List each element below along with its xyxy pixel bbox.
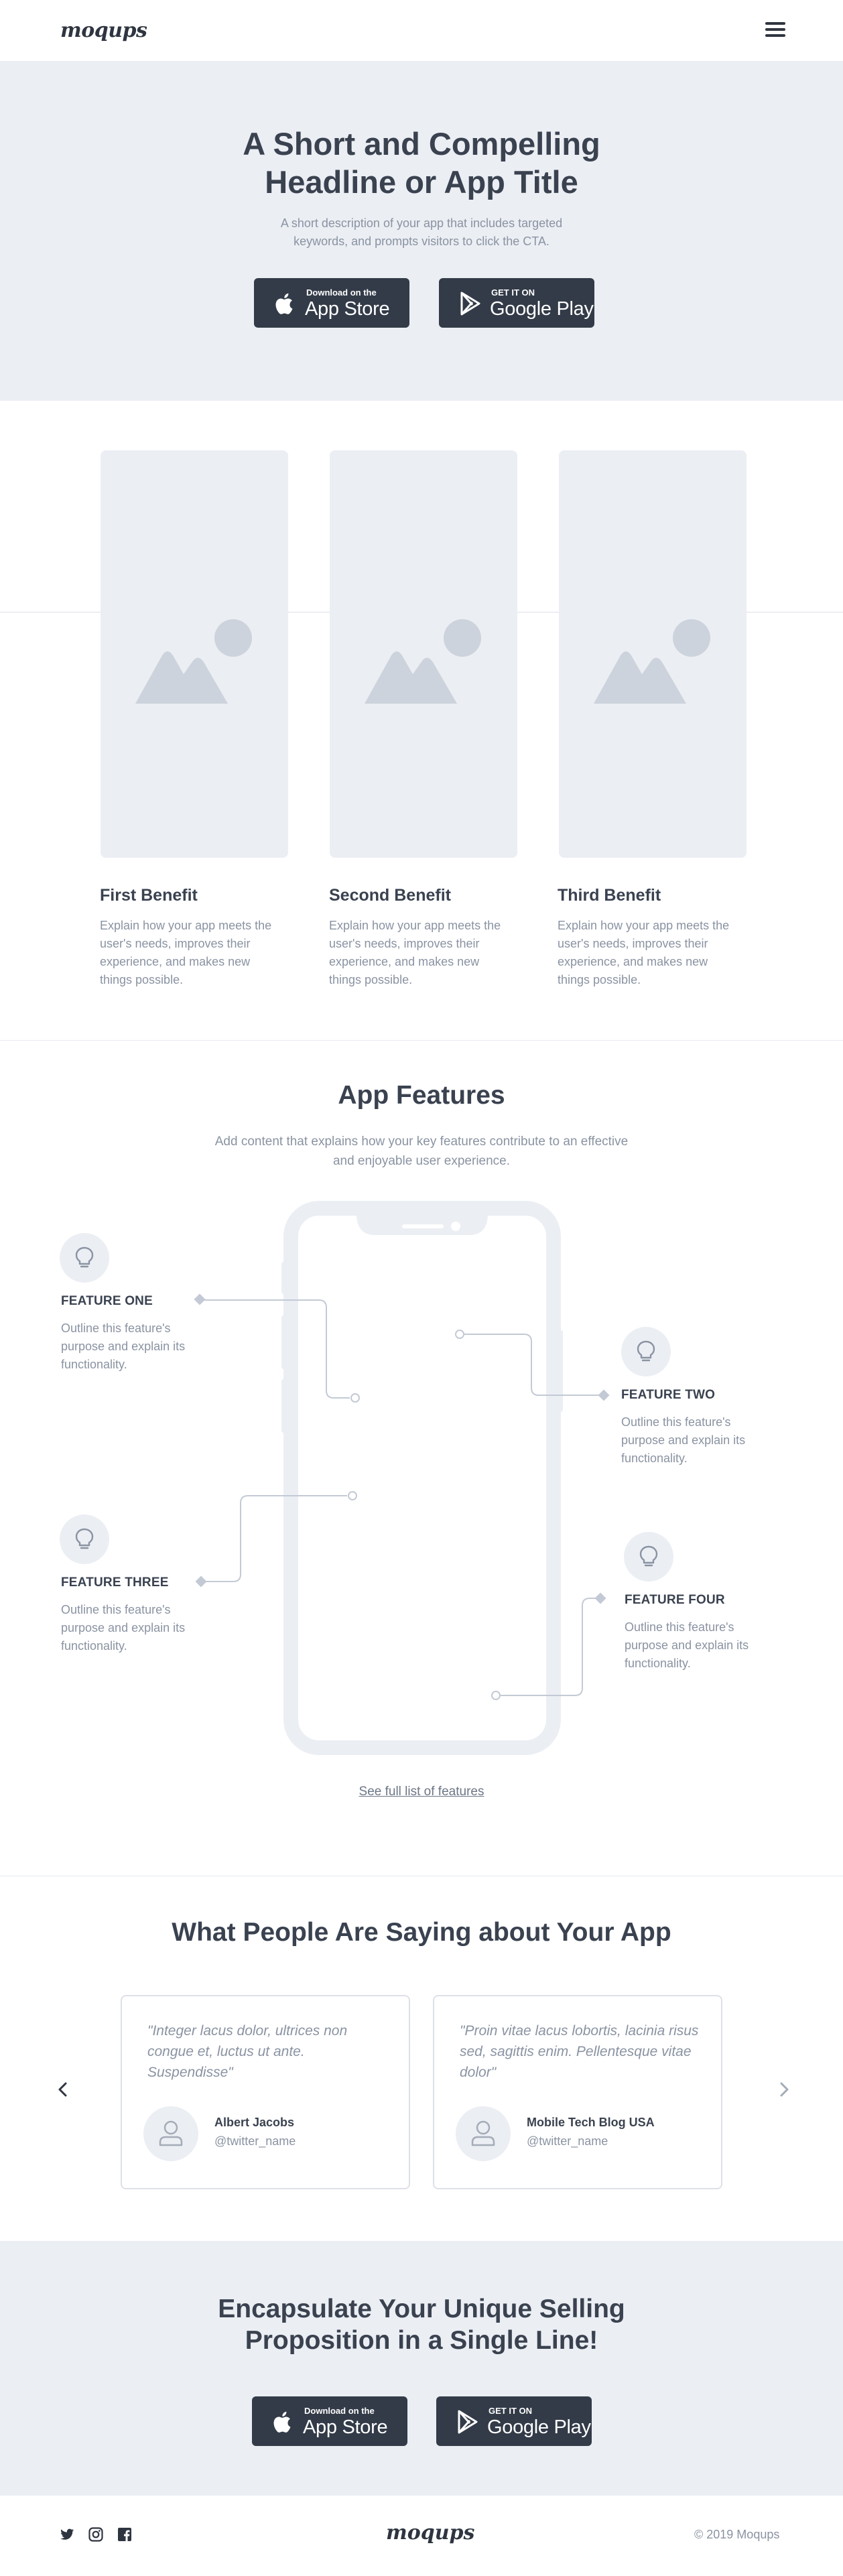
- feature-two-icon-wrap: [621, 1327, 671, 1376]
- feature-one-icon-wrap: [60, 1233, 109, 1283]
- testimonials-title: What People Are Saying about Your App: [172, 1918, 671, 1947]
- testimonial-card-1: "Integer lacus dolor, ultrices non congu…: [121, 1995, 410, 2189]
- lightbulb-icon: [639, 1545, 658, 1567]
- benefit-image-2: [330, 450, 517, 858]
- benefit-image-3: [559, 450, 747, 858]
- features-section: App Features Add content that explains h…: [0, 1041, 843, 1876]
- feature-two-desc: Outline this feature's purpose and expla…: [621, 1415, 746, 1465]
- apple-icon: [275, 293, 293, 314]
- instagram-icon[interactable]: [88, 2526, 104, 2542]
- benefit-desc-3: Explain how your app meets the user's ne…: [558, 919, 730, 986]
- app-store-small-label: Download on the: [306, 287, 377, 298]
- app-store-small-label: Download on the: [304, 2406, 375, 2416]
- image-placeholder-icon: [135, 619, 252, 704]
- benefits-section: First Benefit Explain how your app meets…: [0, 401, 843, 1041]
- testimonial-quote: "Proin vitae lacus lobortis, lacinia ris…: [460, 2023, 699, 2080]
- google-play-icon: [460, 292, 480, 316]
- benefit-title-1: First Benefit: [100, 886, 198, 905]
- hero-section: A Short and Compelling Headline or App T…: [0, 62, 843, 401]
- chevron-right-icon[interactable]: [772, 2077, 796, 2102]
- user-icon: [159, 2120, 183, 2146]
- copyright: © 2019 Moqups: [694, 2528, 780, 2541]
- feature-three-icon-wrap: [60, 1515, 109, 1564]
- feature-four-icon-wrap: [624, 1532, 673, 1582]
- cta-title: Encapsulate Your Unique Selling Proposit…: [218, 2295, 625, 2355]
- hero-description: A short description of your app that inc…: [280, 216, 563, 248]
- footer-logo[interactable]: moqups: [386, 2521, 474, 2545]
- google-play-icon: [458, 2410, 478, 2434]
- app-store-big-label: App Store: [305, 298, 390, 320]
- feature-four-title: FEATURE FOUR: [625, 1593, 725, 1607]
- testimonial-card-2: "Proin vitae lacus lobortis, lacinia ris…: [433, 1995, 722, 2189]
- feature-three-desc: Outline this feature's purpose and expla…: [61, 1603, 186, 1653]
- app-store-button[interactable]: Download on the App Store: [252, 2396, 407, 2446]
- image-placeholder-icon: [365, 619, 481, 704]
- google-play-button[interactable]: GET IT ON Google Play: [439, 278, 594, 328]
- lightbulb-icon: [75, 1246, 94, 1268]
- feature-three-title: FEATURE THREE: [61, 1575, 169, 1590]
- google-play-big-label: Google Play: [487, 2417, 591, 2438]
- lightbulb-icon: [75, 1528, 94, 1549]
- avatar: [456, 2106, 511, 2161]
- benefit-desc-1: Explain how your app meets the user's ne…: [100, 919, 272, 986]
- testimonial-handle[interactable]: @twitter_name: [214, 2134, 296, 2148]
- hero-title: A Short and Compelling Headline or App T…: [243, 126, 600, 200]
- feature-one-title: FEATURE ONE: [61, 1294, 153, 1308]
- top-nav: moqups: [0, 0, 843, 62]
- see-full-features-link[interactable]: See full list of features: [0, 1785, 843, 1799]
- user-icon: [471, 2120, 495, 2146]
- benefit-title-2: Second Benefit: [329, 886, 451, 905]
- testimonial-name: Albert Jacobs: [214, 2116, 295, 2129]
- image-placeholder-icon: [594, 619, 710, 704]
- testimonials-section: What People Are Saying about Your App "I…: [0, 1876, 843, 2241]
- app-store-big-label: App Store: [303, 2417, 388, 2438]
- app-store-button[interactable]: Download on the App Store: [254, 278, 409, 328]
- testimonial-handle[interactable]: @twitter_name: [527, 2134, 608, 2148]
- google-play-button[interactable]: GET IT ON Google Play: [436, 2396, 592, 2446]
- benefit-desc-2: Explain how your app meets the user's ne…: [329, 919, 501, 986]
- feature-two-title: FEATURE TWO: [621, 1388, 716, 1402]
- google-play-small-label: GET IT ON: [489, 2406, 532, 2416]
- logo[interactable]: moqups: [60, 19, 147, 42]
- testimonial-name: Mobile Tech Blog USA: [527, 2116, 655, 2129]
- benefit-image-1: [101, 450, 288, 858]
- chevron-left-icon[interactable]: [51, 2077, 75, 2102]
- google-play-big-label: Google Play: [490, 298, 594, 320]
- benefit-title-3: Third Benefit: [558, 886, 661, 905]
- lightbulb-icon: [637, 1340, 655, 1362]
- avatar: [143, 2106, 198, 2161]
- feature-one-desc: Outline this feature's purpose and expla…: [61, 1322, 186, 1371]
- google-play-small-label: GET IT ON: [491, 287, 535, 298]
- footer: moqups © 2019 Moqups: [0, 2496, 843, 2576]
- cta-section: Encapsulate Your Unique Selling Proposit…: [0, 2241, 843, 2496]
- apple-icon: [273, 2411, 291, 2433]
- testimonial-quote: "Integer lacus dolor, ultrices non congu…: [147, 2023, 348, 2080]
- facebook-icon[interactable]: [117, 2526, 133, 2542]
- feature-four-desc: Outline this feature's purpose and expla…: [625, 1620, 749, 1670]
- hamburger-icon[interactable]: [765, 21, 785, 38]
- twitter-icon[interactable]: [59, 2526, 75, 2542]
